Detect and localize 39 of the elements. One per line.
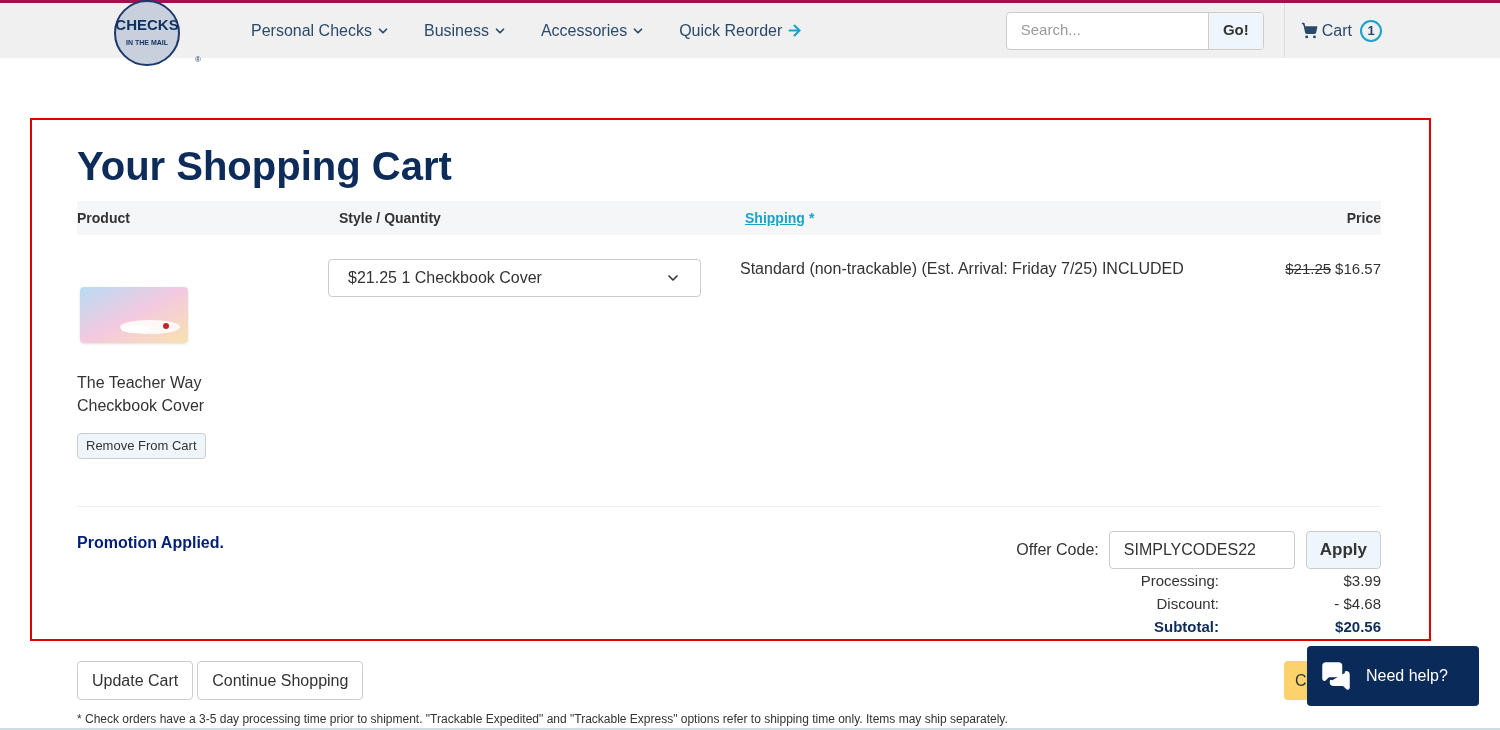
cart-link[interactable]: Cart 1 — [1300, 18, 1382, 43]
logo-text: CHECKS — [115, 17, 179, 33]
promotion-message: Promotion Applied. — [77, 533, 224, 553]
nav-link[interactable]: Accessories — [540, 18, 646, 43]
column-header: Product — [77, 209, 130, 226]
original-price: $21.25 — [1285, 259, 1332, 279]
offer-code-field[interactable]: SIMPLYCODES22 — [1108, 531, 1295, 569]
total-label: Subtotal: — [1153, 617, 1219, 637]
total-value: $20.56 — [1334, 617, 1381, 637]
chat-icon — [1321, 661, 1351, 691]
nav-link[interactable]: Personal Checks — [251, 18, 390, 43]
column-header: Price — [1346, 209, 1381, 226]
apply-button[interactable]: Apply — [1305, 531, 1381, 569]
offer-label: Offer Code: — [1016, 540, 1099, 560]
search-field[interactable]: Search... Go! — [1005, 11, 1264, 50]
total-value: - $4.68 — [1333, 594, 1381, 614]
registered-mark: ® — [195, 54, 201, 66]
sale-price: $16.57 — [1335, 259, 1381, 279]
search-input[interactable]: Search... — [1006, 12, 1208, 49]
remove-button[interactable]: Remove From Cart — [77, 433, 206, 459]
cart-icon — [1300, 22, 1318, 39]
total-value: $3.99 — [1342, 571, 1381, 591]
footnote-mark: * — [808, 208, 815, 228]
search-button[interactable]: Go! — [1207, 12, 1263, 49]
shipping-option: Standard (non-trackable) (Est. Arrival: Friday 7/25) INCLUDED — [720, 259, 1251, 506]
footnote: * Check orders have a 3-5 day processing time prior to shipment. "Trackable Expedited" and "Trackable Express" options refer to shipping time only. Items may ship separately. — [77, 711, 1009, 728]
total-label: Processing: — [1139, 571, 1219, 591]
nav-link[interactable]: Quick Reorder — [679, 18, 804, 43]
product-name: The Teacher Way Checkbook Cover — [77, 373, 206, 416]
style-select[interactable]: $21.25 1 Checkbook Cover — [328, 259, 701, 297]
cart-count: 1 — [1360, 19, 1382, 42]
chat-button[interactable]: Need help? — [1307, 646, 1479, 706]
checkout-button[interactable]: C — [1284, 661, 1307, 700]
cart-action-button[interactable]: Continue Shopping — [197, 661, 364, 700]
page-title: Your Shopping Cart — [77, 143, 453, 190]
nav-link[interactable]: Business — [423, 18, 507, 43]
total-label: Discount: — [1155, 594, 1219, 614]
column-header: Style / Quantity — [339, 209, 441, 226]
cart-action-button[interactable]: Update Cart — [77, 661, 194, 700]
